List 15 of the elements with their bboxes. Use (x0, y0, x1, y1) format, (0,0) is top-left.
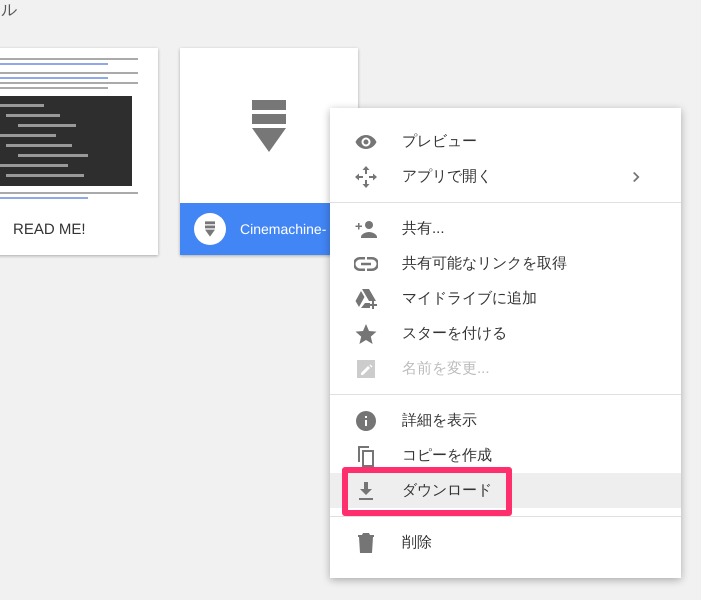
file-name: Cinemachine- (240, 221, 326, 237)
menu-item[interactable]: コピーを作成 (330, 438, 681, 473)
file-name: READ ME! (12, 221, 86, 238)
page-title: ル (1, 1, 17, 21)
four-arrows-icon (354, 164, 378, 188)
file-card[interactable]: READ ME! (0, 48, 158, 255)
menu-item[interactable]: スターを付ける (330, 316, 681, 351)
star-icon (354, 322, 378, 346)
menu-item[interactable]: マイドライブに追加 (330, 281, 681, 316)
file-type-icon (194, 213, 226, 245)
menu-item[interactable]: 削除 (330, 525, 681, 560)
menu-item[interactable]: 詳細を表示 (330, 403, 681, 438)
info-icon (354, 408, 378, 432)
package-icon (252, 100, 286, 152)
drive-add-icon (354, 286, 378, 310)
